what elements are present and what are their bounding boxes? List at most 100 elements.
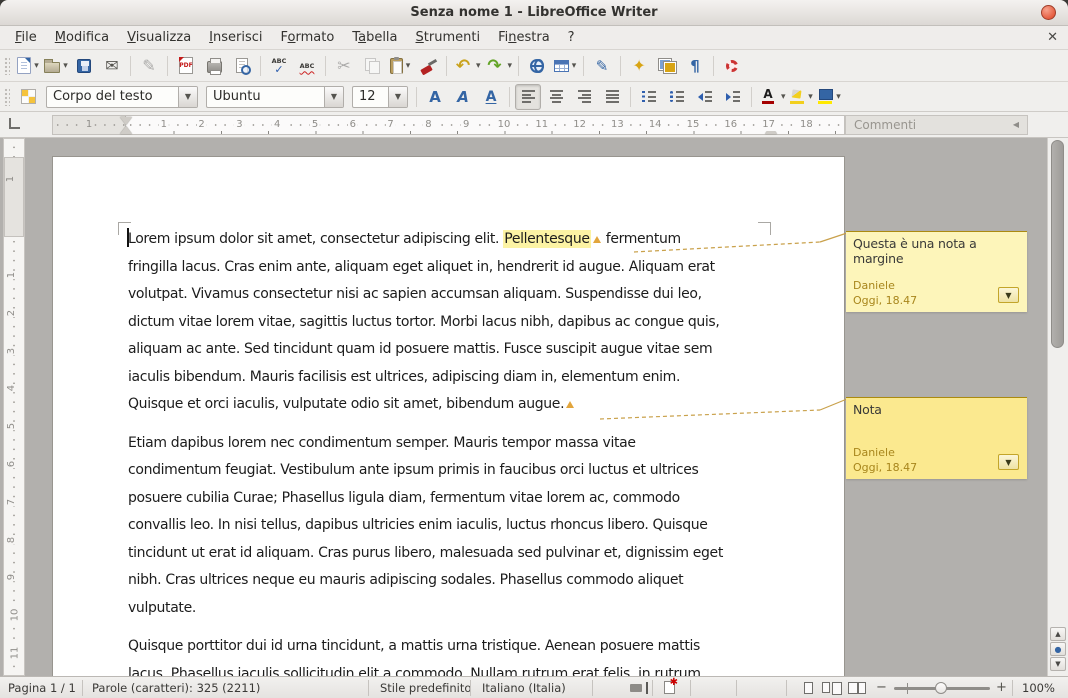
print-preview-button[interactable] (229, 53, 255, 79)
font-size-combo[interactable]: 12▼ (352, 86, 408, 108)
styles-button[interactable] (15, 84, 41, 110)
underline-button[interactable]: A (478, 84, 504, 110)
text-line[interactable]: Lorem ipsum dolor sit amet, consectetur … (128, 226, 723, 254)
paragraph-style-combo-dropdown[interactable]: ▼ (178, 87, 197, 107)
zoom-slider-knob[interactable] (935, 682, 947, 694)
paste-button-dropdown[interactable]: ▾ (406, 61, 411, 71)
previous-page-button[interactable]: ▲ (1050, 627, 1066, 641)
bullet-list-button[interactable] (664, 84, 690, 110)
text-line[interactable]: tincidunt ut erat id aliquam. Cras purus… (128, 540, 723, 568)
align-left-button[interactable] (515, 84, 541, 110)
page-number-status[interactable]: Pagina 1 / 1 (0, 677, 84, 698)
text-line[interactable]: dictum vitae lorem vitae, sagittis luctu… (128, 309, 723, 337)
text-line[interactable]: iaculis bibendum. Mauris facilisis est u… (128, 364, 723, 392)
text-line[interactable]: condimentum feugiat. Vestibulum ante ips… (128, 457, 723, 485)
menu-visualizza[interactable]: Visualizza (118, 26, 200, 50)
zoom-level-status[interactable]: 100% (1014, 677, 1063, 698)
increase-indent-button[interactable] (720, 84, 746, 110)
language-status[interactable]: Italiano (Italia) (474, 677, 574, 698)
text-line[interactable]: Quisque porttitor dui id urna tincidunt,… (128, 633, 723, 661)
clone-formatting-button[interactable] (415, 53, 441, 79)
italic-button[interactable]: A (450, 84, 476, 110)
menu-inserisci[interactable]: Inserisci (200, 26, 271, 50)
text-line[interactable]: posuere cubilia Curae; Phasellus ligula … (128, 485, 723, 513)
next-page-button[interactable]: ▼ (1050, 657, 1066, 671)
font-size-combo-dropdown[interactable]: ▼ (388, 87, 407, 107)
vertical-scrollbar[interactable]: ▲ ● ▼ (1047, 138, 1068, 676)
comment-anchor-icon[interactable] (566, 401, 574, 408)
export-pdf-button[interactable]: PDF (173, 53, 199, 79)
menu-strumenti[interactable]: Strumenti (407, 26, 490, 50)
save-button[interactable] (71, 53, 97, 79)
tab-stop-selector-icon[interactable] (9, 118, 20, 129)
highlight-color-button[interactable]: ▾ (789, 84, 815, 110)
text-line[interactable]: fringilla lacus. Cras enim ante, aliquam… (128, 254, 723, 282)
multi-page-view-button[interactable] (822, 682, 830, 693)
comment-text[interactable]: Nota (853, 402, 882, 417)
justify-button[interactable] (599, 84, 625, 110)
email-button[interactable]: ✉ (99, 53, 125, 79)
new-document-button-dropdown[interactable]: ▾ (34, 61, 39, 71)
font-name-combo[interactable]: Ubuntu▼ (206, 86, 344, 108)
redo-button-dropdown[interactable]: ▾ (508, 61, 513, 71)
insert-table-button-dropdown[interactable]: ▾ (572, 61, 577, 71)
vertical-ruler[interactable]: 1 1234567891011 (3, 138, 25, 676)
navigator-button[interactable]: ✦ (626, 53, 652, 79)
menu-modifica[interactable]: Modifica (46, 26, 118, 50)
hyperlink-button[interactable] (524, 53, 550, 79)
gallery-button[interactable] (654, 53, 680, 79)
word-count-status[interactable]: Parole (caratteri): 325 (2211) (84, 677, 268, 698)
numbered-list-button[interactable] (636, 84, 662, 110)
toolbar-grip[interactable] (4, 57, 10, 75)
help-button[interactable] (719, 53, 745, 79)
margin-comment-2[interactable]: Nota Daniele Oggi, 18.47 ▼ (846, 397, 1027, 479)
zoom-in-button[interactable]: + (996, 677, 1007, 698)
text-line[interactable]: convallis leo. In nisi tellus, dapibus u… (128, 512, 723, 540)
align-right-button[interactable] (571, 84, 597, 110)
single-page-view-button[interactable] (804, 682, 813, 694)
close-window-button[interactable] (1041, 5, 1056, 20)
bold-button[interactable]: A (422, 84, 448, 110)
spellcheck-button[interactable]: ABC✓ (266, 53, 292, 79)
comments-collapse-icon[interactable]: ◀ (1013, 116, 1019, 134)
left-indent-marker[interactable] (120, 126, 132, 134)
font-color-button-dropdown[interactable]: ▾ (781, 92, 786, 102)
zoom-out-button[interactable]: − (876, 677, 887, 698)
menu-finestra[interactable]: Finestra (489, 26, 559, 50)
comment-menu-button[interactable]: ▼ (998, 454, 1019, 470)
new-document-button[interactable]: ▾ (15, 53, 41, 79)
formatting-marks-button[interactable]: ¶ (682, 53, 708, 79)
highlight-color-button-dropdown[interactable]: ▾ (808, 92, 813, 102)
draw-functions-button[interactable]: ✎ (589, 53, 615, 79)
comment-anchor-icon[interactable] (593, 236, 601, 243)
text-line[interactable]: Quisque et orci iaculis, vulputate odio … (128, 391, 723, 419)
align-center-button[interactable] (543, 84, 569, 110)
horizontal-ruler[interactable]: 1 123456789101112131415161718 (52, 115, 845, 135)
font-name-combo-dropdown[interactable]: ▼ (324, 87, 343, 107)
navigation-button[interactable]: ● (1050, 642, 1066, 656)
margin-comment-1[interactable]: Questa è una nota a margine Daniele Oggi… (846, 231, 1027, 312)
background-color-button[interactable]: ▾ (817, 84, 843, 110)
page-style-status[interactable]: Stile predefinito (372, 677, 479, 698)
paste-button[interactable]: ▾ (387, 53, 413, 79)
menu-file[interactable]: File (6, 26, 46, 50)
close-document-icon[interactable]: ✕ (1047, 26, 1058, 50)
paragraph-style-combo[interactable]: Corpo del testo▼ (46, 86, 198, 108)
decrease-indent-button[interactable] (692, 84, 718, 110)
undo-button[interactable]: ↶▾ (452, 53, 482, 79)
titlebar[interactable]: Senza nome 1 - LibreOffice Writer (0, 0, 1068, 26)
insert-table-button[interactable]: ▾ (552, 53, 578, 79)
redo-button[interactable]: ↷▾ (484, 53, 514, 79)
zoom-slider[interactable] (894, 687, 990, 690)
text-line[interactable]: aliquam ac ante. Sed tincidunt quam id p… (128, 336, 723, 364)
commented-text-highlight[interactable]: Pellentesque (503, 230, 590, 248)
undo-button-dropdown[interactable]: ▾ (476, 61, 481, 71)
modified-status[interactable]: ✱ (656, 677, 683, 698)
print-button[interactable] (201, 53, 227, 79)
menu-tabella[interactable]: Tabella (343, 26, 406, 50)
toolbar-grip[interactable] (4, 88, 10, 106)
menu-formato[interactable]: Formato (272, 26, 344, 50)
book-view-button[interactable] (848, 682, 866, 694)
auto-spellcheck-button[interactable]: ABC (294, 53, 320, 79)
background-color-button-dropdown[interactable]: ▾ (836, 92, 841, 102)
